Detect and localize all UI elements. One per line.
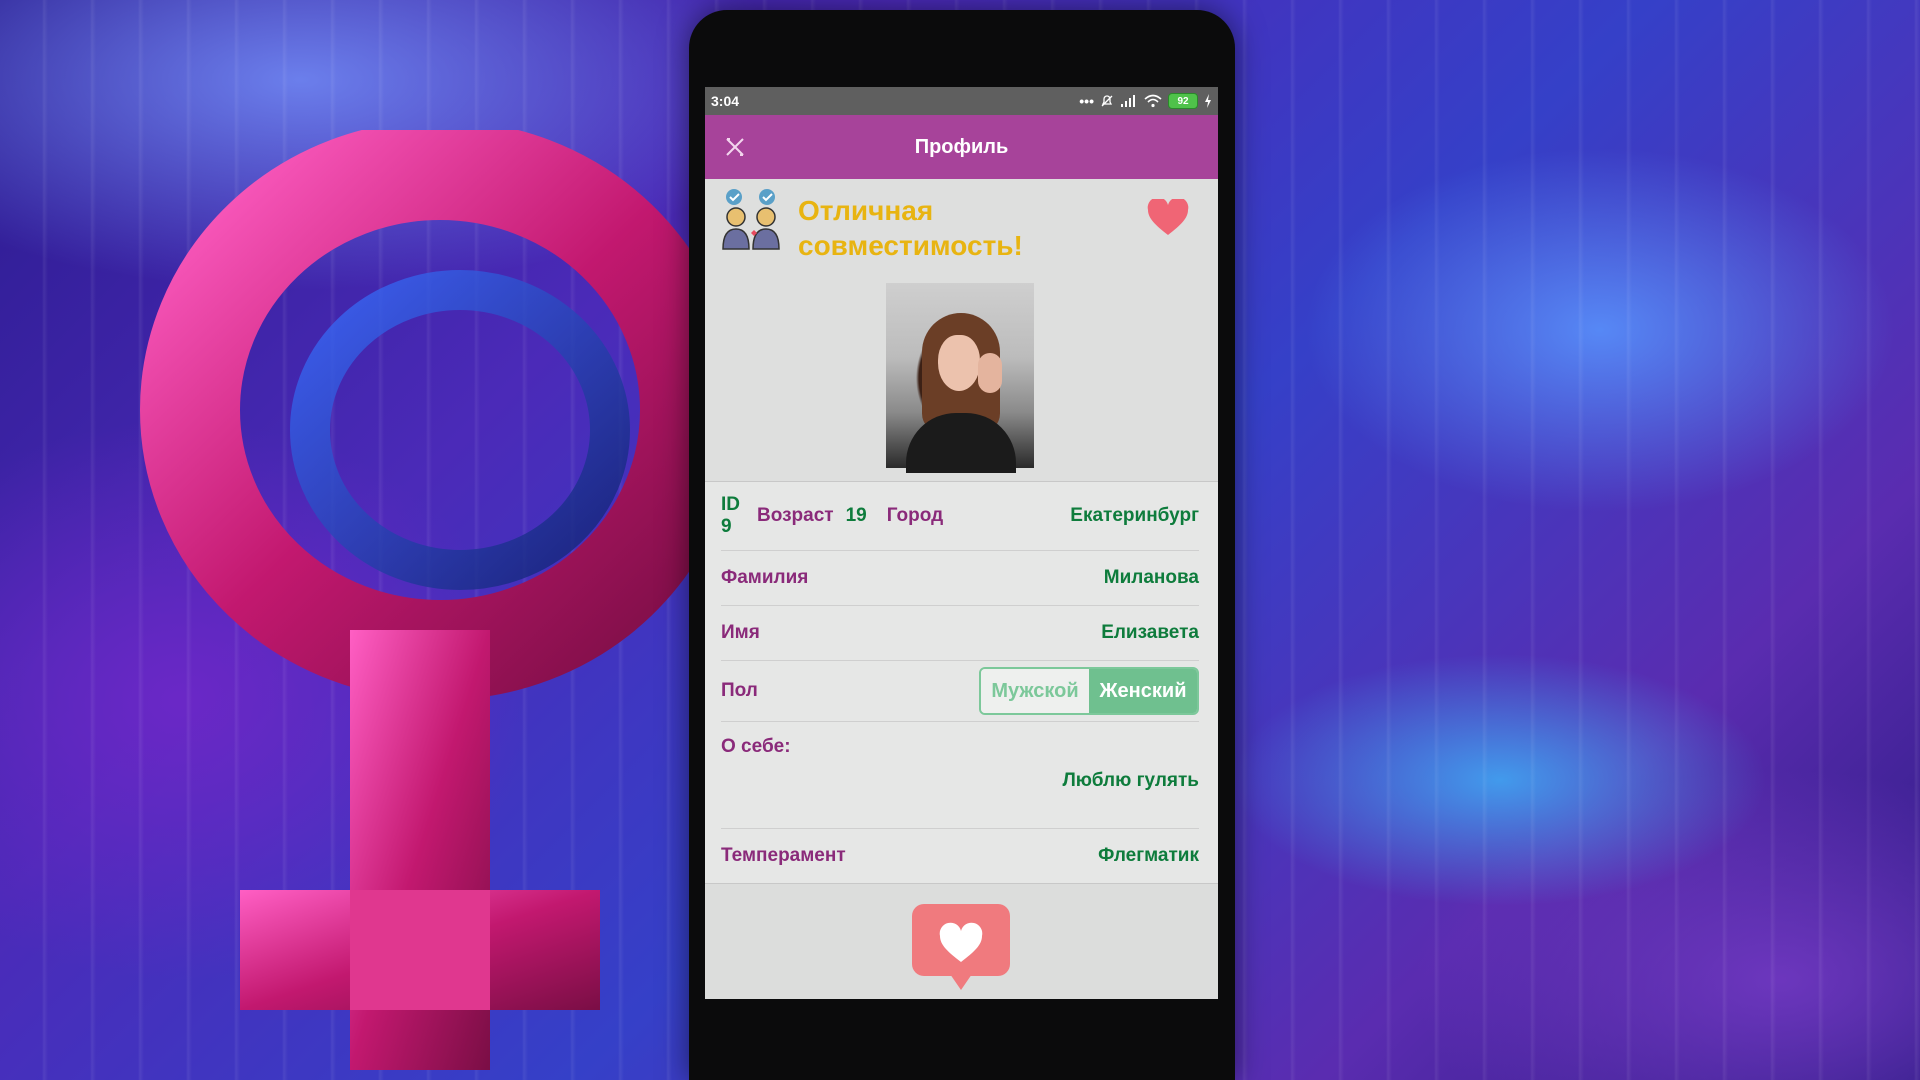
about-value: Люблю гулять <box>1062 770 1199 791</box>
id-value: 9 <box>721 516 732 537</box>
city-label: Город <box>886 505 944 526</box>
age-value: 19 <box>845 505 867 526</box>
venus-symbol-icon <box>140 130 700 1070</box>
row-about: О себе: Люблю гулять <box>721 722 1199 829</box>
charging-icon <box>1205 94 1211 108</box>
close-icon[interactable] <box>723 135 747 159</box>
temperament-label: Темперамент <box>721 845 846 866</box>
battery-icon: 92 <box>1168 93 1198 109</box>
bottom-bar <box>705 883 1218 999</box>
row-temperament: Темперамент Флегматик <box>721 829 1199 883</box>
profile-photo[interactable] <box>886 283 1034 473</box>
sex-option-male[interactable]: Мужской <box>981 669 1089 713</box>
photo-hand <box>978 353 1002 393</box>
sex-option-female[interactable]: Женский <box>1089 669 1197 713</box>
profile-header: Отличная совместимость! <box>705 179 1218 482</box>
profile-fields: ID 9 Возраст 19 Город Екатеринбург Фамил… <box>705 482 1218 883</box>
app-screen: 3:04 ••• 92 Профиль Отличная совместимос… <box>705 87 1218 999</box>
surname-label: Фамилия <box>721 567 809 588</box>
compatibility-line-1: Отличная <box>798 195 934 226</box>
status-icons: ••• 92 <box>1079 93 1212 109</box>
status-bar: 3:04 ••• 92 <box>705 87 1218 115</box>
id-label: ID <box>721 494 740 515</box>
heart-icon[interactable] <box>1147 199 1189 237</box>
name-label: Имя <box>721 622 760 643</box>
row-surname: Фамилия Миланова <box>721 551 1199 606</box>
id-age-city-left: ID 9 Возраст 19 Город <box>721 494 943 538</box>
row-name: Имя Елизавета <box>721 606 1199 661</box>
couple-icon <box>722 189 780 250</box>
wifi-icon <box>1144 94 1162 108</box>
surname-value: Миланова <box>1103 567 1199 588</box>
sex-segmented-control: Мужской Женский <box>979 667 1199 715</box>
page-title: Профиль <box>914 135 1009 158</box>
name-value: Елизавета <box>1101 622 1199 643</box>
app-bar: Профиль <box>705 115 1218 179</box>
status-time: 3:04 <box>711 93 740 109</box>
compatibility-line-2: совместимость! <box>798 230 1023 261</box>
bell-muted-icon <box>1101 95 1113 107</box>
temperament-value: Флегматик <box>1098 845 1199 866</box>
row-id-age-city: ID 9 Возраст 19 Город Екатеринбург <box>721 482 1199 551</box>
age-label: Возраст <box>757 505 834 526</box>
city-value: Екатеринбург <box>1070 505 1199 526</box>
signal-icon <box>1121 95 1135 107</box>
about-label: О себе: <box>721 736 791 757</box>
more-icon: ••• <box>1079 93 1094 109</box>
row-sex: Пол Мужской Женский <box>721 661 1199 722</box>
photo-face <box>938 335 980 391</box>
like-heart-icon[interactable] <box>910 902 1012 992</box>
sex-label: Пол <box>721 680 758 701</box>
photo-shoulders <box>906 413 1016 473</box>
id-block: ID 9 <box>721 494 757 538</box>
compatibility-text: Отличная совместимость! <box>798 193 1023 263</box>
